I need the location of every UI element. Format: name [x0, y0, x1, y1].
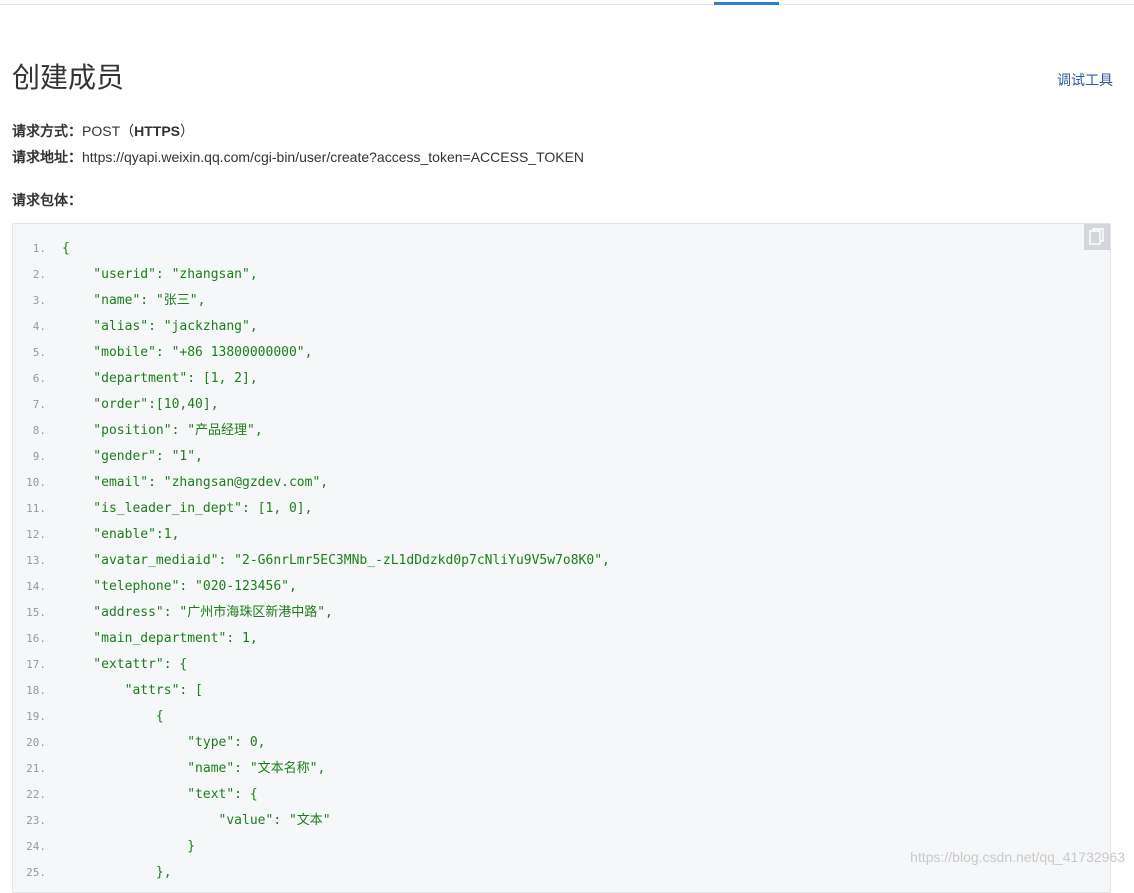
line-number: 12.: [26, 528, 46, 541]
line-number: 17.: [26, 658, 46, 671]
line-number: 6.: [32, 372, 46, 385]
line-code-text: "main_department": 1,: [62, 631, 258, 646]
request-url-label: 请求地址：: [12, 149, 82, 165]
line-code-text: "email": "zhangsan@gzdev.com",: [62, 475, 329, 490]
line-code-text: {: [62, 241, 70, 256]
request-method-label: 请求方式：: [12, 123, 82, 139]
line-code-text: "text": {: [62, 787, 258, 802]
line-code-text: "extattr": {: [62, 657, 188, 672]
line-number: 4.: [32, 320, 46, 333]
line-number: 2.: [32, 268, 46, 281]
page-title: 创建成员: [12, 62, 125, 93]
line-number: 8.: [32, 424, 46, 437]
line-number: 18.: [26, 684, 46, 697]
line-number: 11.: [26, 502, 46, 515]
line-number: 10.: [26, 476, 46, 489]
line-code-text: },: [62, 865, 172, 880]
request-method-prefix: POST（: [82, 123, 135, 139]
line-number: 23.: [26, 814, 46, 827]
request-body-heading: 请求包体：: [12, 190, 82, 210]
line-number: 5.: [32, 346, 46, 359]
line-number: 1.: [32, 242, 46, 255]
request-method-line: 请求方式：POST（HTTPS）: [12, 121, 194, 141]
line-number: 24.: [26, 840, 46, 853]
request-body-label: 请求包体：: [12, 192, 82, 208]
active-tab-indicator: [714, 2, 779, 5]
line-number: 25.: [26, 866, 46, 879]
line-code-text: "name": "文本名称",: [62, 761, 326, 776]
line-code-text: "value": "文本": [62, 813, 331, 828]
line-code-text: {: [62, 709, 164, 724]
line-number: 7.: [32, 398, 46, 411]
line-number: 20.: [26, 736, 46, 749]
line-number: 16.: [26, 632, 46, 645]
line-code-text: "userid": "zhangsan",: [62, 267, 258, 282]
line-code-text: "mobile": "+86 13800000000",: [62, 345, 313, 360]
watermark: https://blog.csdn.net/qq_41732963: [910, 849, 1125, 865]
line-code-text: "telephone": "020-123456",: [62, 579, 297, 594]
line-code-text: "department": [1, 2],: [62, 371, 258, 386]
line-code-text: "avatar_mediaid": "2-G6nrLmr5EC3MNb_-zL1…: [62, 553, 610, 568]
line-code-text: "enable":1,: [62, 527, 180, 542]
line-number: 14.: [26, 580, 46, 593]
line-code-text: "alias": "jackzhang",: [62, 319, 258, 334]
line-number: 9.: [32, 450, 46, 463]
line-code-text: "address": "广州市海珠区新港中路",: [62, 605, 333, 620]
top-nav-bar: [0, 0, 1134, 5]
request-method-protocol: HTTPS: [134, 123, 181, 139]
line-number: 21.: [26, 762, 46, 775]
code-block: 1. {2. "userid": "zhangsan", 3. "name": "张…: [12, 223, 1111, 893]
line-number: 22.: [26, 788, 46, 801]
line-number: 15.: [26, 606, 46, 619]
line-code-text: "position": "产品经理",: [62, 423, 263, 438]
line-number: 19.: [26, 710, 46, 723]
line-number: 13.: [26, 554, 46, 567]
line-number: 3.: [32, 294, 46, 307]
line-code-text: "order":[10,40],: [62, 397, 219, 412]
line-code-text: "gender": "1",: [62, 449, 203, 464]
line-code-text: }: [62, 839, 196, 854]
debug-tool-link[interactable]: 调试工具: [1057, 70, 1113, 90]
line-code-text: "name": "张三",: [62, 293, 206, 308]
copy-icon: [1089, 228, 1104, 245]
request-url-line: 请求地址：https://qyapi.weixin.qq.com/cgi-bin…: [12, 147, 584, 167]
line-code-text: "type": 0,: [62, 735, 266, 750]
request-url: https://qyapi.weixin.qq.com/cgi-bin/user…: [82, 149, 585, 165]
line-code-text: "is_leader_in_dept": [1, 0],: [62, 501, 313, 516]
request-method-suffix: ）: [180, 123, 195, 139]
copy-button[interactable]: [1084, 224, 1110, 250]
line-code-text: "attrs": [: [62, 683, 203, 698]
